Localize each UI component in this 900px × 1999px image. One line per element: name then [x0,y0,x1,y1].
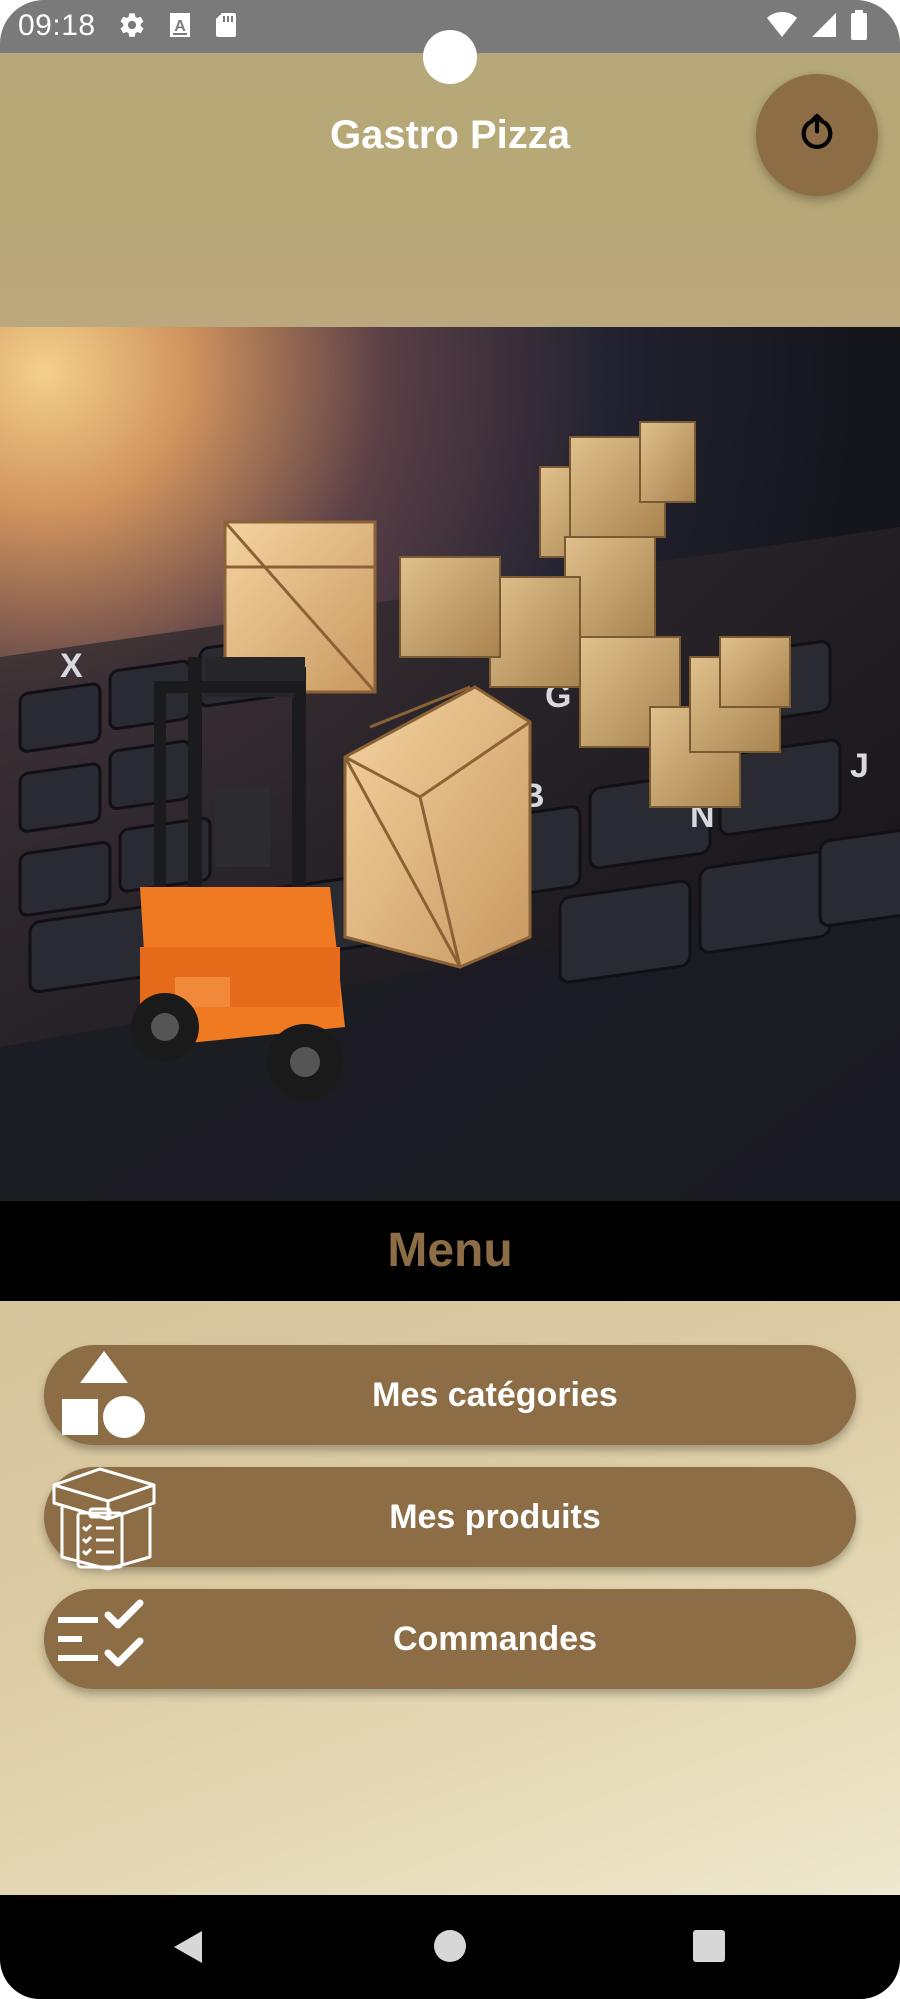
screen: 09:18 A Gastro Pizza B N J G X Menu Mes … [0,0,900,1999]
status-icons-left: A [118,11,238,44]
signal-icon [810,11,838,44]
menu-banner: Menu [0,1201,900,1301]
orders-label: Commandes [392,1620,598,1658]
categories-button[interactable]: Mes catégories [44,1345,856,1445]
battery-icon [850,10,868,45]
svg-text:J: J [850,747,869,785]
hero-image: B N H J G X [0,327,900,1201]
orders-button[interactable]: Commandes [44,1589,856,1689]
products-label: Mes produits [389,1498,601,1536]
categories-label: Mes catégories [372,1376,618,1414]
status-time: 09:18 [18,9,96,42]
products-button[interactable]: Mes produits [44,1467,856,1571]
recents-icon[interactable] [692,1929,726,1968]
menu-title: Menu [387,1224,513,1277]
wifi-icon [766,11,798,44]
home-icon[interactable] [432,1928,468,1969]
svg-text:A: A [174,18,186,35]
svg-text:X: X [60,647,83,685]
status-icons-right [766,10,868,45]
app-header: Gastro Pizza [0,53,900,327]
font-a-icon: A [168,11,192,44]
device: 09:18 A Gastro Pizza B N J G X Menu Mes … [0,0,900,1999]
menu-content: Mes catégories Mes produits Commandes [0,1301,900,1895]
camera-cutout [423,30,477,84]
logout-button[interactable] [756,74,878,196]
power-icon [796,112,838,159]
gear-icon [118,11,146,44]
back-icon[interactable] [170,1927,206,1972]
system-nav-bar [0,1895,900,1999]
sd-card-icon [214,11,238,44]
